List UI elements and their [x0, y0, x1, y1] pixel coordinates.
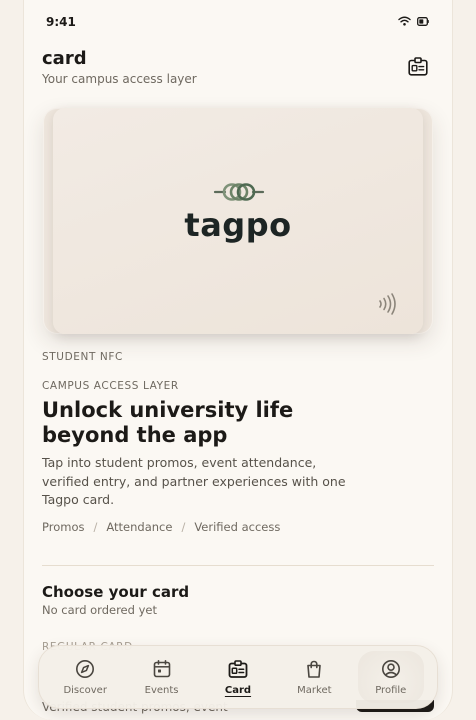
tab-events[interactable]: Events: [129, 651, 195, 703]
tab-discover[interactable]: Discover: [52, 651, 118, 703]
section-description: Tap into student promos, event attendanc…: [42, 455, 346, 507]
tag-separator: /: [93, 520, 98, 534]
header: card Your campus access layer: [24, 34, 452, 94]
shopping-bag-icon: [307, 660, 322, 678]
calendar-icon: [153, 659, 170, 677]
status-icons: [398, 16, 429, 26]
page-title: card: [42, 48, 87, 69]
page-subtitle: Your campus access layer: [42, 72, 197, 86]
wifi-icon: [398, 16, 411, 26]
compass-icon: [76, 659, 95, 678]
tab-profile[interactable]: Profile: [357, 651, 424, 703]
section-eyebrow: CAMPUS ACCESS LAYER: [42, 380, 179, 392]
card-brand-text: tagpo: [184, 206, 292, 244]
choose-card-subtitle: No card ordered yet: [42, 603, 157, 617]
tab-label: Profile: [375, 684, 407, 696]
tag-verified-access: Verified access: [194, 520, 281, 534]
nfc-card-preview[interactable]: tagpo: [43, 108, 433, 334]
tab-label: Market: [297, 684, 332, 696]
id-card-icon: [228, 659, 248, 678]
feature-tags: Promos / Attendance / Verified access: [42, 520, 280, 534]
card-type-label: STUDENT NFC: [42, 351, 123, 363]
contactless-icon: [379, 293, 396, 315]
card-details-button[interactable]: [406, 54, 430, 78]
bottom-tab-bar: Discover Events Card Market Profile: [38, 645, 438, 709]
battery-icon: [417, 16, 429, 26]
tab-label: Card: [224, 684, 252, 696]
user-circle-icon: [381, 659, 400, 678]
tab-label: Discover: [63, 684, 107, 696]
id-card-icon: [408, 56, 428, 76]
section-divider: [42, 565, 434, 566]
choose-card-title: Choose your card: [42, 583, 190, 601]
status-time: 9:41: [46, 15, 76, 29]
app-screen: 9:41 card Your campus access layer tagpo…: [23, 0, 453, 720]
knot-logo-icon: [213, 183, 265, 201]
tag-promos: Promos: [42, 520, 85, 534]
card-face: tagpo: [53, 108, 423, 334]
tag-attendance: Attendance: [106, 520, 173, 534]
section-headline: Unlock university life beyond the app: [42, 398, 294, 447]
tab-card[interactable]: Card: [205, 651, 271, 703]
status-bar: 9:41: [24, 0, 452, 34]
tag-separator: /: [181, 520, 186, 534]
tab-label: Events: [144, 684, 179, 696]
tab-market[interactable]: Market: [281, 651, 347, 703]
